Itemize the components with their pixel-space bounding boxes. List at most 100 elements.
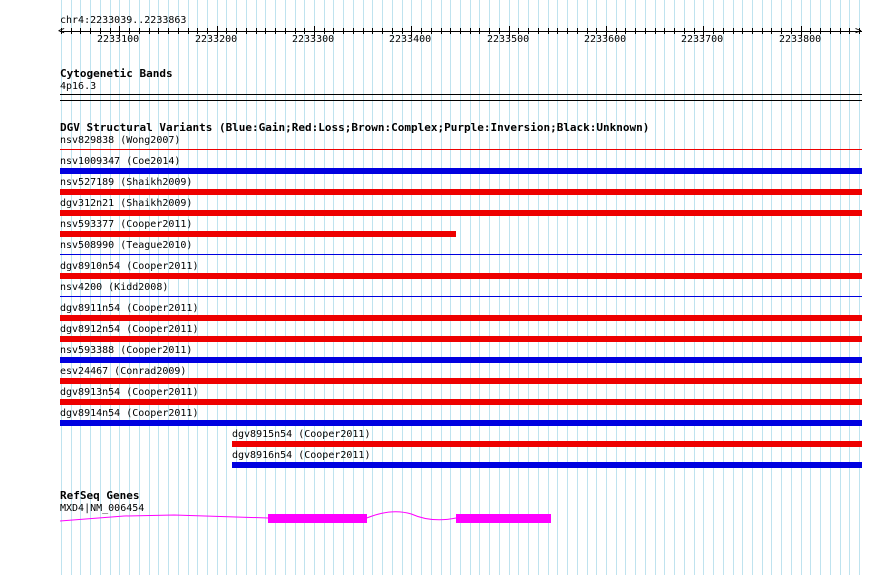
dgv-variant-glyph[interactable] bbox=[60, 357, 862, 363]
ruler-minor-tick bbox=[353, 28, 354, 34]
dgv-variant-glyph[interactable] bbox=[232, 441, 862, 447]
ruler-minor-tick bbox=[859, 28, 860, 34]
dgv-variant-label[interactable]: nsv4200 (Kidd2008) bbox=[60, 282, 168, 294]
ruler-minor-tick bbox=[460, 28, 461, 34]
ruler-minor-tick bbox=[256, 28, 257, 34]
dgv-variant-label[interactable]: nsv508990 (Teague2010) bbox=[60, 240, 192, 252]
grid-line bbox=[830, 0, 831, 575]
dgv-variant-label[interactable]: nsv1009347 (Coe2014) bbox=[60, 156, 180, 168]
ruler-minor-tick bbox=[567, 28, 568, 34]
dgv-variant-label[interactable]: dgv8916n54 (Cooper2011) bbox=[232, 450, 370, 462]
ruler-minor-tick bbox=[664, 28, 665, 34]
ruler-minor-tick bbox=[742, 28, 743, 34]
ruler-tick-label: 2233200 bbox=[195, 34, 238, 45]
grid-line bbox=[188, 0, 189, 575]
grid-line bbox=[771, 0, 772, 575]
grid-line bbox=[703, 0, 704, 575]
grid-line bbox=[207, 0, 208, 575]
refseq-track-title[interactable]: RefSeq Genes bbox=[60, 490, 139, 502]
dgv-variant-label[interactable]: dgv8910n54 (Cooper2011) bbox=[60, 261, 198, 273]
ruler-minor-tick bbox=[635, 28, 636, 34]
grid-line bbox=[372, 0, 373, 575]
dgv-variant-label[interactable]: nsv593377 (Cooper2011) bbox=[60, 219, 192, 231]
ruler-minor-tick bbox=[479, 28, 480, 34]
grid-line bbox=[197, 0, 198, 575]
grid-line bbox=[616, 0, 617, 575]
dgv-variant-label[interactable]: nsv593388 (Cooper2011) bbox=[60, 345, 192, 357]
ruler-minor-tick bbox=[363, 28, 364, 34]
dgv-variant-label[interactable]: dgv8912n54 (Cooper2011) bbox=[60, 324, 198, 336]
dgv-variant-label[interactable]: dgv312n21 (Shaikh2009) bbox=[60, 198, 192, 210]
ruler-minor-tick bbox=[265, 28, 266, 34]
genome-browser-panel: chr4:2233039..2233863 < > 22331002233200… bbox=[0, 0, 890, 575]
ruler-tick-label: 2233600 bbox=[584, 34, 627, 45]
ruler-minor-tick bbox=[158, 28, 159, 34]
grid-line bbox=[781, 0, 782, 575]
dgv-track-title[interactable]: DGV Structural Variants (Blue:Gain;Red:L… bbox=[60, 122, 649, 134]
ruler-tick-label: 2233100 bbox=[97, 34, 140, 45]
dgv-variant-glyph[interactable] bbox=[60, 336, 862, 342]
refseq-intron-line[interactable] bbox=[59, 514, 269, 522]
grid-line bbox=[450, 0, 451, 575]
dgv-variant-glyph[interactable] bbox=[60, 231, 456, 237]
ruler-minor-tick bbox=[188, 28, 189, 34]
dgv-variant-label[interactable]: dgv8914n54 (Cooper2011) bbox=[60, 408, 198, 420]
dgv-variant-label[interactable]: dgv8913n54 (Cooper2011) bbox=[60, 387, 198, 399]
grid-line bbox=[635, 0, 636, 575]
ruler-minor-tick bbox=[168, 28, 169, 34]
dgv-variant-glyph[interactable] bbox=[60, 168, 862, 174]
refseq-gene-label[interactable]: MXD4|NM_006454 bbox=[60, 503, 144, 515]
grid-line bbox=[587, 0, 588, 575]
dgv-variant-glyph[interactable] bbox=[60, 399, 862, 405]
grid-line bbox=[684, 0, 685, 575]
grid-line bbox=[256, 0, 257, 575]
grid-line bbox=[752, 0, 753, 575]
dgv-variant-label[interactable]: nsv527189 (Shaikh2009) bbox=[60, 177, 192, 189]
grid-line bbox=[645, 0, 646, 575]
ruler-minor-tick bbox=[548, 28, 549, 34]
grid-line bbox=[528, 0, 529, 575]
dgv-variant-glyph[interactable] bbox=[60, 210, 862, 216]
ruler-minor-tick bbox=[450, 28, 451, 34]
cytoband-line-bottom[interactable] bbox=[60, 100, 862, 101]
ruler-minor-tick bbox=[538, 28, 539, 34]
grid-line bbox=[723, 0, 724, 575]
grid-line bbox=[304, 0, 305, 575]
refseq-exon[interactable] bbox=[456, 514, 551, 523]
dgv-variant-glyph[interactable] bbox=[60, 149, 862, 150]
grid-line bbox=[285, 0, 286, 575]
cytoband-label[interactable]: 4p16.3 bbox=[60, 81, 96, 93]
dgv-variant-label[interactable]: dgv8915n54 (Cooper2011) bbox=[232, 429, 370, 441]
cytoband-track-title[interactable]: Cytogenetic Bands bbox=[60, 68, 173, 80]
dgv-variant-glyph[interactable] bbox=[60, 273, 862, 279]
dgv-variant-glyph[interactable] bbox=[60, 296, 862, 297]
grid-line bbox=[226, 0, 227, 575]
dgv-variant-glyph[interactable] bbox=[232, 462, 862, 468]
grid-line bbox=[548, 0, 549, 575]
grid-line bbox=[402, 0, 403, 575]
cytoband-line-top[interactable] bbox=[60, 94, 862, 95]
dgv-variant-label[interactable]: dgv8911n54 (Cooper2011) bbox=[60, 303, 198, 315]
grid-line bbox=[489, 0, 490, 575]
ruler-minor-tick bbox=[246, 28, 247, 34]
grid-line bbox=[460, 0, 461, 575]
grid-line bbox=[324, 0, 325, 575]
refseq-exon[interactable] bbox=[268, 514, 367, 523]
grid-line bbox=[557, 0, 558, 575]
ruler-minor-tick bbox=[178, 28, 179, 34]
grid-line bbox=[762, 0, 763, 575]
dgv-variant-glyph[interactable] bbox=[60, 254, 862, 255]
ruler-minor-tick bbox=[441, 28, 442, 34]
dgv-variant-glyph[interactable] bbox=[60, 420, 862, 426]
grid-line bbox=[509, 0, 510, 575]
dgv-variant-glyph[interactable] bbox=[60, 378, 862, 384]
dgv-variant-glyph[interactable] bbox=[60, 189, 862, 195]
dgv-variant-label[interactable]: esv24467 (Conrad2009) bbox=[60, 366, 186, 378]
dgv-variant-label[interactable]: nsv829838 (Wong2007) bbox=[60, 135, 180, 147]
ruler-minor-tick bbox=[771, 28, 772, 34]
ruler-minor-tick bbox=[674, 28, 675, 34]
grid-line bbox=[392, 0, 393, 575]
grid-line bbox=[791, 0, 792, 575]
ruler-minor-tick bbox=[733, 28, 734, 34]
dgv-variant-glyph[interactable] bbox=[60, 315, 862, 321]
